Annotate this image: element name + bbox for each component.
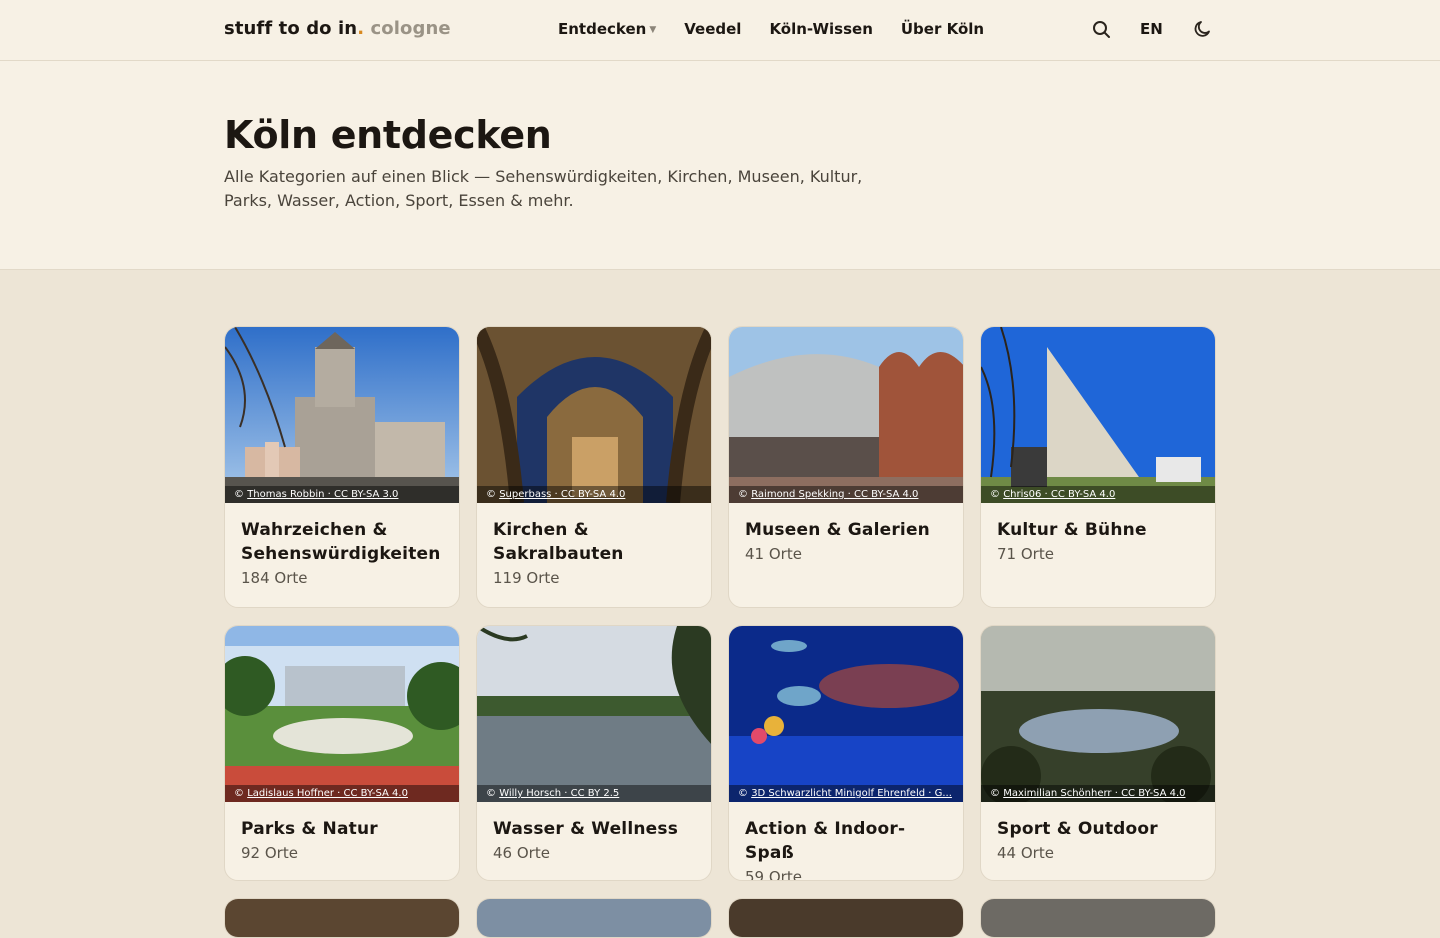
nav-veedel[interactable]: Veedel [684,20,741,38]
credit-link[interactable]: Chris06 · CC BY-SA 4.0 [1003,489,1115,500]
image-credit: © Chris06 · CC BY-SA 4.0 [981,486,1215,503]
card-title: Parks & Natur [241,819,378,839]
image-credit: © Thomas Robbin · CC BY-SA 3.0 [225,486,459,503]
card-image: © 3D Schwarzlicht Minigolf Ehrenfeld · G… [729,626,963,802]
card-title: Wahrzeichen & Sehenswürdigkeiten [241,520,441,564]
card-image: © Willy Horsch · CC BY 2.5 [477,626,711,802]
nav-ueber-koeln[interactable]: Über Köln [901,20,984,38]
card-title: Kirchen & Sakralbauten [493,520,624,564]
search-icon[interactable] [1091,18,1111,40]
logo-city: cologne [370,18,451,39]
credit-link[interactable]: Superbass · CC BY-SA 4.0 [499,489,625,500]
card-title: Kultur & Bühne [997,520,1147,540]
page-subtitle: Alle Kategorien auf einen Blick — Sehens… [224,167,863,210]
header-actions: EN [1091,18,1214,40]
card-title: Museen & Galerien [745,520,930,540]
credit-link[interactable]: 3D Schwarzlicht Minigolf Ehrenfeld · G..… [751,788,952,799]
category-card-partial[interactable] [224,898,460,938]
page-title: Köln entdecken [224,113,552,157]
category-card-museums[interactable]: © Raimond Spekking · CC BY-SA 4.0 Museen… [728,326,964,608]
card-image: © Superbass · CC BY-SA 4.0 [477,327,711,503]
card-count: 92 Orte [241,844,298,862]
card-count: 41 Orte [745,545,802,563]
card-title: Action & Indoor-Spaß [745,819,906,863]
category-card-landmarks[interactable]: © Thomas Robbin · CC BY-SA 3.0 Wahrzeich… [224,326,460,608]
card-image [477,899,711,937]
card-image [981,899,1215,937]
category-card-action[interactable]: © 3D Schwarzlicht Minigolf Ehrenfeld · G… [728,625,964,881]
category-card-water[interactable]: © Willy Horsch · CC BY 2.5 Wasser & Well… [476,625,712,881]
image-credit: © Superbass · CC BY-SA 4.0 [477,486,711,503]
credit-prefix: © [486,788,496,799]
category-card-culture[interactable]: © Chris06 · CC BY-SA 4.0 Kultur & Bühne … [980,326,1216,608]
credit-link[interactable]: Willy Horsch · CC BY 2.5 [499,788,619,799]
language-toggle[interactable]: EN [1140,20,1163,38]
card-count: 44 Orte [997,844,1054,862]
credit-link[interactable]: Ladislaus Hoffner · CC BY-SA 4.0 [247,788,408,799]
logo-text: stuff to do in [224,18,358,39]
category-card-partial[interactable] [980,898,1216,938]
hero-section: Köln entdecken Alle Kategorien auf einen… [0,61,1440,270]
credit-prefix: © [738,788,748,799]
card-title: Sport & Outdoor [997,819,1158,839]
nav-entdecken-label: Entdecken [558,20,647,38]
card-count: 71 Orte [997,545,1054,563]
credit-prefix: © [738,489,748,500]
credit-link[interactable]: Thomas Robbin · CC BY-SA 3.0 [247,489,398,500]
moon-icon[interactable] [1192,18,1214,40]
card-image: © Ladislaus Hoffner · CC BY-SA 4.0 [225,626,459,802]
image-credit: © Raimond Spekking · CC BY-SA 4.0 [729,486,963,503]
card-image [729,899,963,937]
chevron-down-icon: ▼ [649,25,657,35]
image-credit: © Ladislaus Hoffner · CC BY-SA 4.0 [225,785,459,802]
nav-entdecken[interactable]: Entdecken ▼ [558,20,656,38]
image-credit: © Willy Horsch · CC BY 2.5 [477,785,711,802]
site-logo[interactable]: stuff to do in. cologne [224,18,451,39]
card-count: 184 Orte [241,569,308,587]
credit-prefix: © [234,489,244,500]
credit-prefix: © [486,489,496,500]
credit-link[interactable]: Maximilian Schönherr · CC BY-SA 4.0 [1003,788,1185,799]
card-image: © Maximilian Schönherr · CC BY-SA 4.0 [981,626,1215,802]
credit-link[interactable]: Raimond Spekking · CC BY-SA 4.0 [751,489,918,500]
image-credit: © Maximilian Schönherr · CC BY-SA 4.0 [981,785,1215,802]
card-image: © Raimond Spekking · CC BY-SA 4.0 [729,327,963,503]
logo-dot: . [357,18,365,39]
category-card-partial[interactable] [728,898,964,938]
category-grid: © Thomas Robbin · CC BY-SA 3.0 Wahrzeich… [224,326,1216,938]
card-image: © Thomas Robbin · CC BY-SA 3.0 [225,327,459,503]
card-image [225,899,459,937]
credit-prefix: © [990,489,1000,500]
category-card-parks[interactable]: © Ladislaus Hoffner · CC BY-SA 4.0 Parks… [224,625,460,881]
category-card-sport[interactable]: © Maximilian Schönherr · CC BY-SA 4.0 Sp… [980,625,1216,881]
site-header: stuff to do in. cologne Entdecken ▼ Veede… [0,0,1440,61]
card-count: 46 Orte [493,844,550,862]
card-title: Wasser & Wellness [493,819,679,839]
card-count: 119 Orte [493,569,560,587]
card-image: © Chris06 · CC BY-SA 4.0 [981,327,1215,503]
category-card-partial[interactable] [476,898,712,938]
image-credit: © 3D Schwarzlicht Minigolf Ehrenfeld · G… [729,785,963,802]
credit-prefix: © [234,788,244,799]
nav-koeln-wissen[interactable]: Köln-Wissen [769,20,872,38]
credit-prefix: © [990,788,1000,799]
category-card-churches[interactable]: © Superbass · CC BY-SA 4.0 Kirchen & Sak… [476,326,712,608]
main-nav: Entdecken ▼ Veedel Köln-Wissen Über Köln [558,20,984,38]
card-count: 59 Orte [745,868,802,881]
